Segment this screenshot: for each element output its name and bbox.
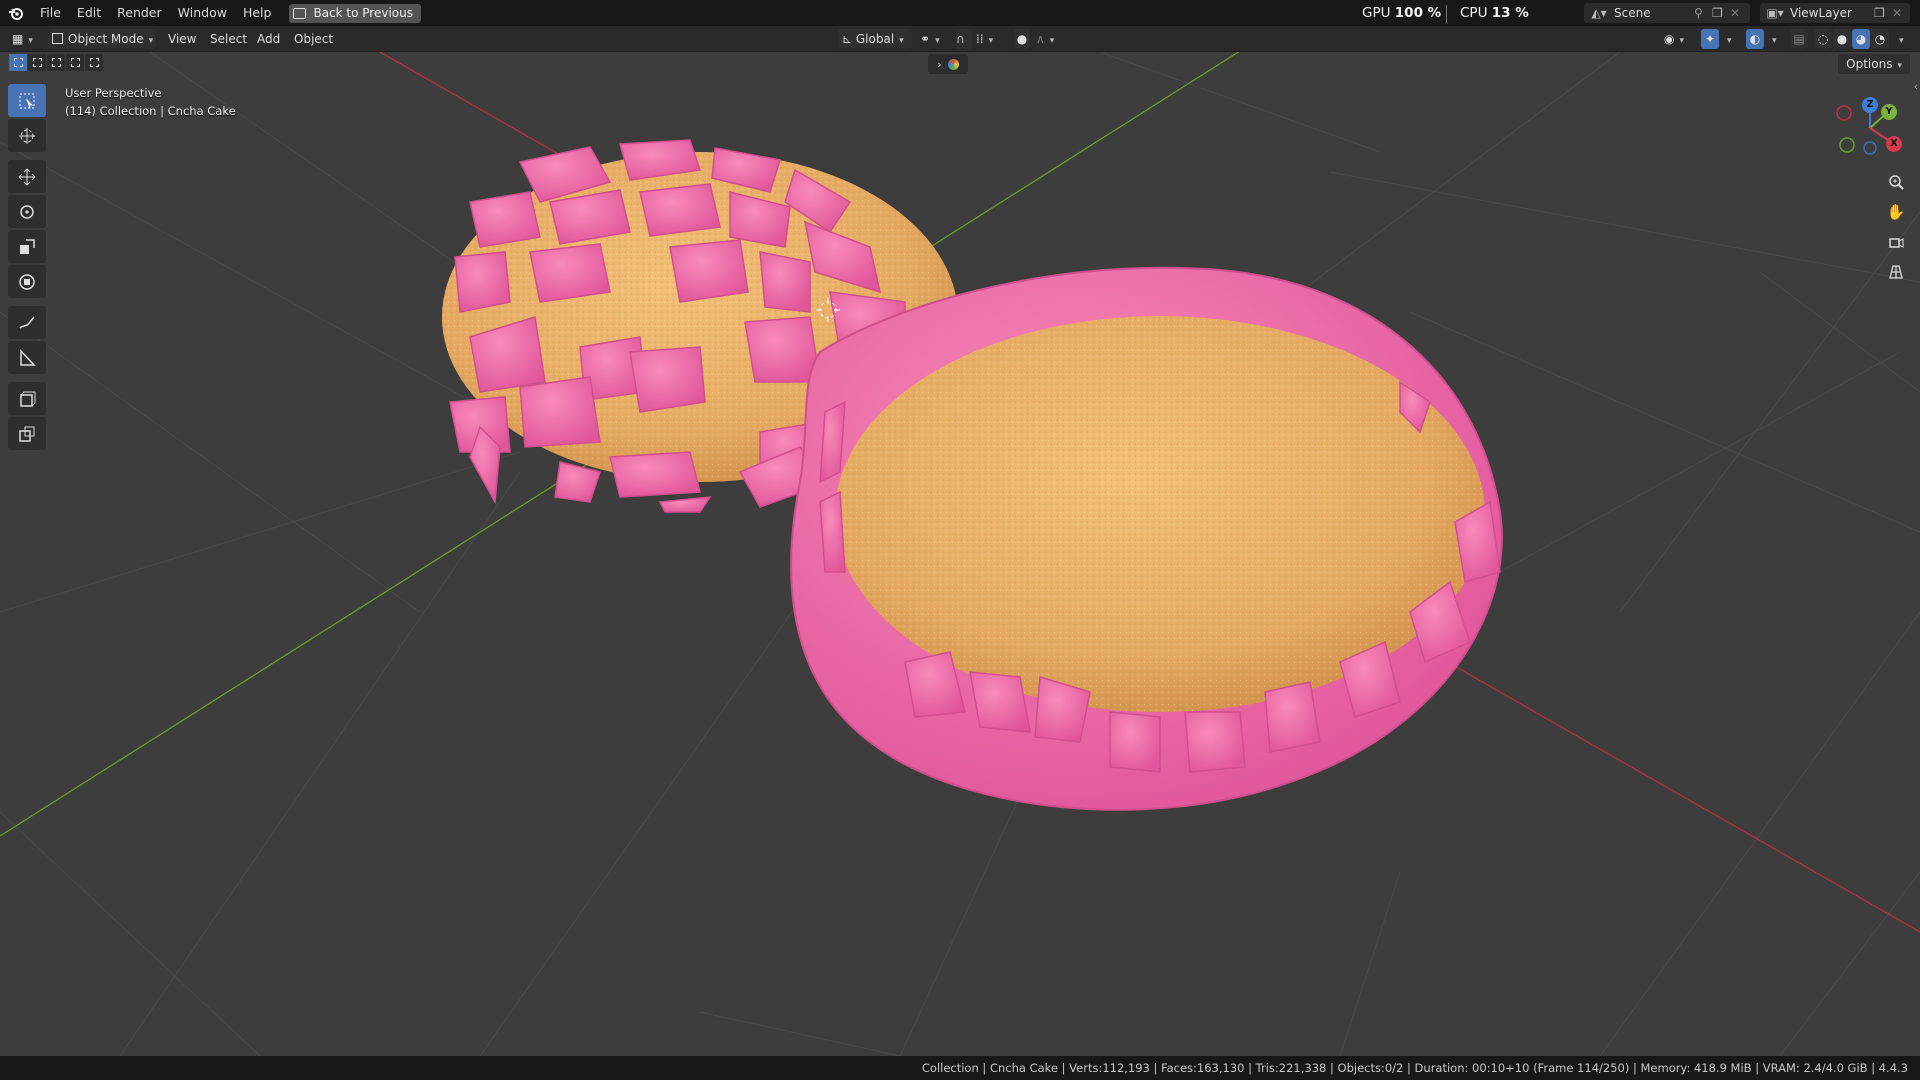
- menu-view[interactable]: View: [168, 29, 196, 49]
- active-object-info: (114) Collection | Cncha Cake: [65, 104, 236, 118]
- cpu-value: 13 %: [1491, 5, 1529, 21]
- screen-icon: [293, 7, 307, 19]
- view-perspective-label: User Perspective: [65, 86, 162, 100]
- concha-flat-object[interactable]: [790, 266, 1503, 811]
- sidebar-toggle-icon[interactable]: ‹: [1914, 80, 1918, 93]
- top-bar: File Edit Render Window Help Back to Pre…: [0, 0, 1920, 26]
- shading-dropdown-icon[interactable]: ▾: [1894, 29, 1906, 49]
- viewport-header: ▦ ▾ Object Mode ▾ View Select Add Object ⊾…: [0, 26, 1920, 52]
- menu-edit[interactable]: Edit: [69, 0, 109, 26]
- scene-selector[interactable]: ◭▾ Scene ⚲ ❐ ✕: [1584, 3, 1750, 23]
- status-bar: Collection | Cncha Cake | Verts:112,193 …: [0, 1056, 1920, 1080]
- pan-hand-icon[interactable]: ✋: [1882, 198, 1910, 226]
- xray-toggle-icon[interactable]: ▤: [1790, 29, 1808, 49]
- object-data-tool[interactable]: [8, 417, 46, 450]
- snap-target-icon[interactable]: ⁞⁞ ▾: [976, 29, 1006, 49]
- gizmo-toggle-icon[interactable]: ✦: [1701, 29, 1719, 49]
- scale-tool[interactable]: [8, 230, 46, 263]
- menu-render[interactable]: Render: [109, 0, 170, 26]
- menu-file[interactable]: File: [32, 0, 69, 26]
- camera-icon[interactable]: [1882, 228, 1910, 256]
- delete-scene-icon[interactable]: ✕: [1730, 6, 1744, 20]
- overlay-dropdown-icon[interactable]: ▾: [1767, 29, 1779, 49]
- select-extend-icon[interactable]: [28, 54, 46, 71]
- material-ball-icon: [947, 58, 959, 70]
- menu-add[interactable]: Add: [257, 29, 280, 49]
- perspective-grid-icon[interactable]: [1882, 258, 1910, 286]
- editor-type-icon[interactable]: ▦ ▾: [12, 29, 40, 49]
- 3d-viewport[interactable]: › User Perspective (114) Collection | Cn…: [0, 52, 1920, 1056]
- solid-shading-icon[interactable]: ●: [1833, 29, 1851, 49]
- viewport-grid: [0, 52, 1920, 1056]
- blender-logo-icon[interactable]: [0, 0, 32, 26]
- gpu-label: GPU: [1362, 5, 1391, 21]
- orientation-icon: ⊾: [842, 32, 856, 46]
- menu-window[interactable]: Window: [170, 0, 235, 26]
- view-layer-icon: ▣▾: [1766, 6, 1784, 20]
- move-tool[interactable]: [8, 160, 46, 193]
- select-box-tool[interactable]: [8, 84, 46, 117]
- transform-orientation-selector[interactable]: ⊾ Global ▾: [838, 29, 912, 49]
- gizmo-z-axis[interactable]: Z: [1862, 97, 1878, 113]
- select-intersect-icon[interactable]: [85, 54, 103, 71]
- select-new-icon[interactable]: [9, 54, 27, 71]
- visibility-icon[interactable]: ◉ ▾: [1664, 29, 1694, 49]
- scene-name: Scene: [1614, 6, 1651, 20]
- falloff-icon[interactable]: ∧ ▾: [1036, 29, 1064, 49]
- stat-divider: [1446, 5, 1447, 23]
- options-label: Options: [1846, 57, 1893, 71]
- object-mode-icon: [52, 33, 63, 44]
- overlay-toggle-icon[interactable]: ◐: [1746, 29, 1764, 49]
- blender-window: File Edit Render Window Help Back to Pre…: [0, 0, 1920, 1080]
- measure-tool[interactable]: [8, 341, 46, 374]
- mode-selector[interactable]: Object Mode ▾: [48, 29, 156, 49]
- snap-toggle-icon[interactable]: ∩: [956, 29, 972, 49]
- rendered-shading-icon[interactable]: ◔: [1871, 29, 1889, 49]
- options-dropdown[interactable]: Options ▾: [1838, 54, 1910, 74]
- new-view-layer-icon[interactable]: ❐: [1874, 6, 1892, 20]
- transform-tool[interactable]: [8, 265, 46, 298]
- view-layer-selector[interactable]: ▣▾ ViewLayer ❐ ✕: [1760, 3, 1910, 23]
- select-mode-buttons: [9, 54, 104, 71]
- gpu-stat: GPU 100 %: [1362, 0, 1441, 26]
- gizmo-x-axis[interactable]: X: [1886, 136, 1902, 152]
- scene-icon: ◭▾: [1591, 6, 1607, 20]
- zoom-icon[interactable]: [1882, 168, 1910, 196]
- proportional-edit-icon[interactable]: ●: [1014, 29, 1030, 49]
- cpu-stat: CPU 13 %: [1460, 0, 1529, 26]
- wireframe-shading-icon[interactable]: ◌: [1814, 29, 1832, 49]
- menu-select[interactable]: Select: [210, 29, 247, 49]
- material-preview-shading-icon[interactable]: ◕: [1852, 29, 1870, 49]
- view-layer-name: ViewLayer: [1790, 6, 1852, 20]
- rotate-tool[interactable]: [8, 195, 46, 228]
- gizmo-dropdown-icon[interactable]: ▾: [1722, 29, 1734, 49]
- cursor-tool[interactable]: [8, 119, 46, 152]
- back-to-previous-button[interactable]: Back to Previous: [289, 3, 421, 23]
- chevron-right-icon: ›: [937, 57, 942, 71]
- gizmo-y-axis[interactable]: Y: [1881, 104, 1897, 120]
- asset-shelf-toggle[interactable]: ›: [928, 54, 968, 74]
- annotate-tool[interactable]: [8, 306, 46, 339]
- mode-label: Object Mode: [68, 32, 144, 46]
- cpu-label: CPU: [1460, 5, 1488, 21]
- select-invert-icon[interactable]: [66, 54, 84, 71]
- chevron-down-icon: ▾: [148, 36, 154, 46]
- add-cube-tool[interactable]: [8, 382, 46, 415]
- pin-icon[interactable]: ⚲: [1694, 6, 1712, 20]
- back-to-previous-label: Back to Previous: [313, 6, 413, 20]
- pivot-point-icon[interactable]: ⚭ ▾: [920, 29, 950, 49]
- new-scene-icon[interactable]: ❐: [1712, 6, 1730, 20]
- tool-shelf: [8, 84, 48, 452]
- gpu-value: 100 %: [1394, 5, 1442, 21]
- select-subtract-icon[interactable]: [47, 54, 65, 71]
- orientation-label: Global: [855, 32, 895, 46]
- menu-help[interactable]: Help: [235, 0, 280, 26]
- delete-view-layer-icon[interactable]: ✕: [1892, 6, 1906, 20]
- menu-object[interactable]: Object: [294, 29, 333, 49]
